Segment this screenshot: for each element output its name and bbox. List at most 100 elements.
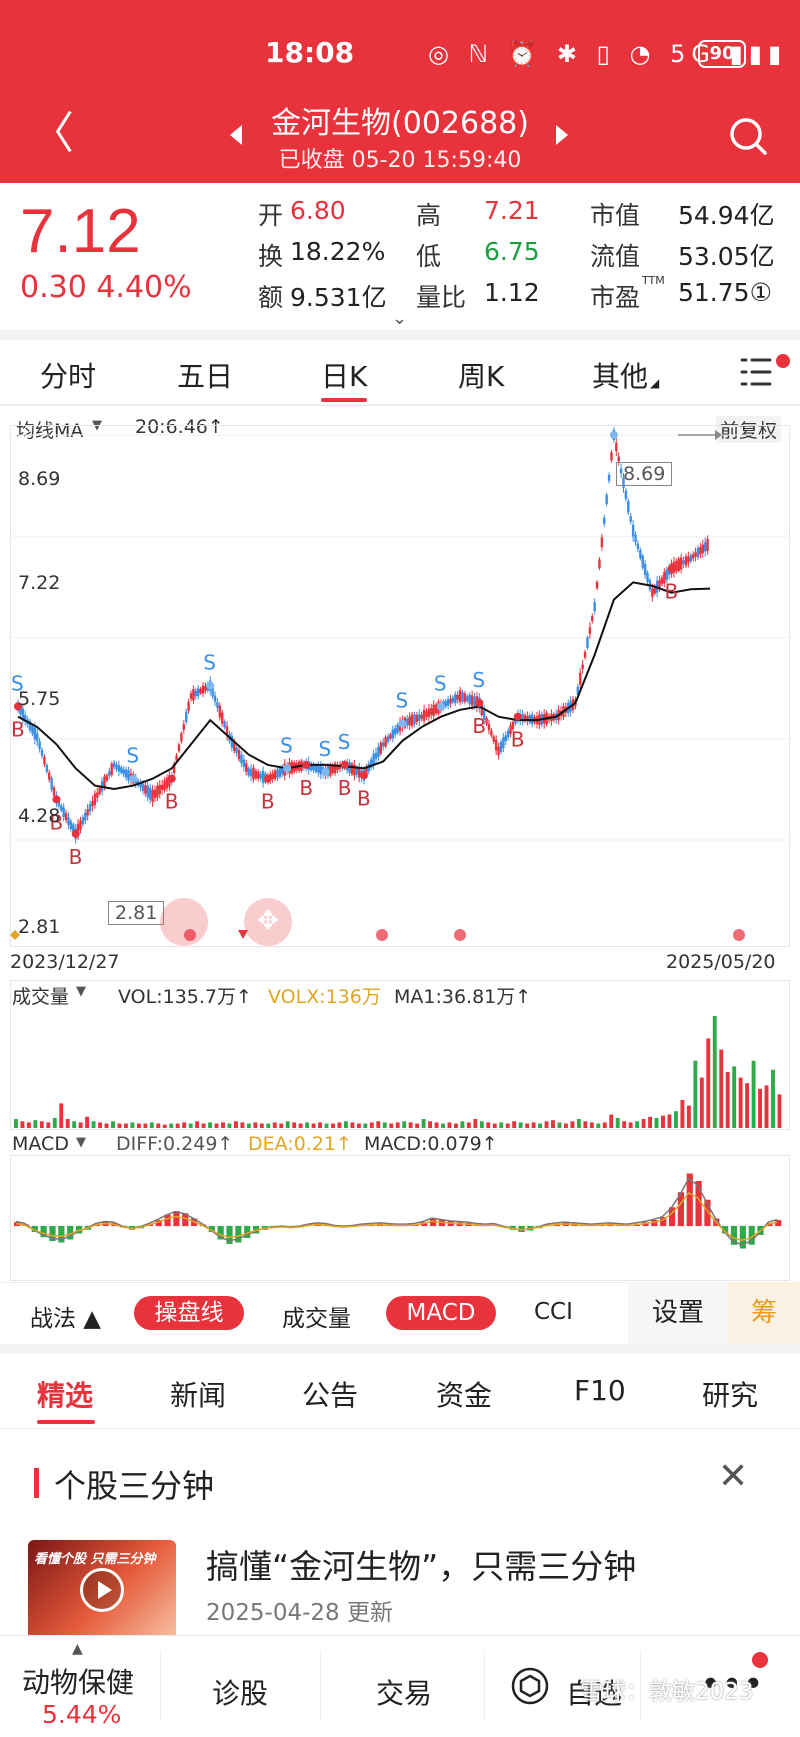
news-tab-news[interactable]: 新闻 bbox=[170, 1374, 226, 1414]
news-tab-announcements[interactable]: 公告 bbox=[302, 1374, 358, 1414]
news-tab-funds[interactable]: 资金 bbox=[436, 1374, 492, 1414]
candle-body bbox=[199, 688, 202, 694]
candle-body bbox=[254, 770, 258, 779]
event-dot bbox=[376, 929, 388, 941]
candle-body bbox=[418, 714, 421, 721]
candle-body bbox=[223, 721, 226, 728]
notification-dot bbox=[776, 354, 790, 368]
sell-signal-label: S bbox=[395, 689, 408, 713]
candle-body bbox=[600, 537, 604, 548]
volume-bar bbox=[117, 1123, 122, 1128]
diff-line bbox=[15, 1177, 778, 1246]
watchlist-icon[interactable] bbox=[510, 1666, 550, 1706]
buy-signal-label: B bbox=[511, 728, 525, 752]
candle-body bbox=[706, 539, 709, 552]
candle-body bbox=[314, 764, 318, 772]
divider bbox=[484, 1650, 485, 1720]
candle-body bbox=[701, 544, 704, 554]
macd-selector[interactable]: MACD bbox=[12, 1133, 69, 1155]
tab-other[interactable]: 其他 bbox=[592, 355, 648, 395]
tab-weekly-k[interactable]: 周K bbox=[458, 355, 504, 395]
play-icon[interactable] bbox=[80, 1568, 124, 1612]
caopan-pill[interactable]: 操盘线 bbox=[134, 1296, 244, 1330]
section-title: 个股三分钟 bbox=[54, 1467, 215, 1505]
candle-body bbox=[679, 557, 683, 570]
close-icon[interactable]: ✕ bbox=[718, 1456, 748, 1497]
volume-tab[interactable]: 成交量 bbox=[282, 1299, 351, 1333]
volume-bar bbox=[149, 1122, 154, 1128]
candle-body bbox=[394, 728, 397, 735]
signal-dot bbox=[360, 771, 368, 780]
chart-settings-icon[interactable] bbox=[740, 354, 776, 390]
volume-bar bbox=[337, 1122, 342, 1128]
diagnose-button[interactable]: 诊股 bbox=[212, 1672, 268, 1712]
candle-body bbox=[497, 746, 500, 756]
signal-dot bbox=[167, 774, 176, 783]
tab-five-day[interactable]: 五日 bbox=[177, 355, 233, 395]
settings-button[interactable]: 设置 bbox=[628, 1282, 728, 1344]
chip-button[interactable]: 筹 bbox=[728, 1282, 800, 1344]
volume-bar bbox=[693, 1060, 698, 1128]
search-icon[interactable] bbox=[728, 116, 768, 156]
news-tab-f10[interactable]: F10 bbox=[574, 1374, 626, 1407]
candle-body bbox=[319, 765, 322, 775]
candle-body bbox=[643, 563, 647, 575]
candle-body bbox=[703, 542, 707, 552]
trade-button[interactable]: 交易 bbox=[376, 1672, 432, 1712]
candle-body bbox=[93, 793, 97, 806]
macd-value: MACD:0.079↑ bbox=[364, 1133, 498, 1155]
signal-dot bbox=[609, 431, 618, 439]
candle-body bbox=[591, 616, 594, 622]
candle-body bbox=[456, 694, 459, 700]
volume-bar bbox=[85, 1116, 90, 1128]
candle-body bbox=[634, 534, 637, 543]
candle-body bbox=[79, 820, 82, 830]
tab-intraday[interactable]: 分时 bbox=[40, 355, 96, 395]
pe-value: 51.75① bbox=[678, 278, 772, 307]
candle-body bbox=[617, 456, 620, 462]
volume-bar bbox=[356, 1123, 361, 1128]
y-tick: 2.81 bbox=[18, 916, 61, 938]
candle-body bbox=[458, 690, 462, 703]
drag-move-icon[interactable]: ✥ bbox=[244, 898, 292, 946]
volume-bar bbox=[732, 1066, 737, 1128]
next-stock-icon[interactable] bbox=[556, 125, 568, 145]
macd-pill[interactable]: MACD bbox=[386, 1296, 496, 1330]
pe-ttm-label: TTM bbox=[642, 274, 665, 287]
volume-bar bbox=[298, 1123, 303, 1128]
back-icon[interactable]: 〈 bbox=[30, 112, 74, 156]
volume-bar bbox=[318, 1122, 322, 1128]
header-bar: 18:08 ◎ ℕ ⏰ ✱ ▯ ◔ 5G ▮▮▮ 90 〈 金河生物(00268… bbox=[0, 0, 800, 183]
news-tab-research[interactable]: 研究 bbox=[702, 1374, 758, 1414]
rotate-icon[interactable] bbox=[160, 898, 208, 946]
amount-label: 额 bbox=[258, 283, 284, 312]
candle-body bbox=[201, 685, 205, 694]
candle-body bbox=[689, 555, 692, 562]
cci-tab[interactable]: CCI bbox=[534, 1299, 573, 1325]
volume-bar bbox=[39, 1121, 44, 1128]
volume-bar bbox=[266, 1123, 271, 1128]
tab-daily-k[interactable]: 日K bbox=[321, 355, 367, 395]
expand-chevron-icon[interactable]: ⌄ bbox=[392, 308, 407, 329]
news-tab-featured[interactable]: 精选 bbox=[37, 1374, 93, 1414]
sector-button[interactable]: 动物保健 bbox=[22, 1661, 134, 1701]
candle-body bbox=[610, 452, 613, 461]
candle-body bbox=[432, 704, 435, 716]
kline-chart[interactable]: SBBBSBSBSBSSBBSSSBBSB bbox=[10, 425, 790, 947]
news-headline[interactable]: 搞懂“金河生物”，只需三分钟 bbox=[206, 1540, 636, 1588]
candle-body bbox=[665, 569, 668, 580]
section-accent-bar bbox=[34, 1468, 39, 1498]
volume-bar bbox=[777, 1094, 782, 1128]
volume-bar bbox=[324, 1123, 329, 1128]
volume-bar bbox=[214, 1123, 219, 1128]
signal-dot bbox=[206, 681, 215, 690]
volume-bar bbox=[350, 1122, 355, 1128]
candle-body bbox=[235, 747, 238, 753]
video-thumbnail[interactable]: 看懂个股 只需三分钟 bbox=[28, 1540, 176, 1640]
zhanfa-toggle[interactable]: 战法 ▲ bbox=[30, 1299, 101, 1333]
volume-bar bbox=[564, 1123, 568, 1128]
candle-body bbox=[384, 736, 387, 747]
candle-body bbox=[624, 490, 628, 500]
candle-body bbox=[473, 696, 476, 706]
candle-body bbox=[420, 714, 423, 719]
